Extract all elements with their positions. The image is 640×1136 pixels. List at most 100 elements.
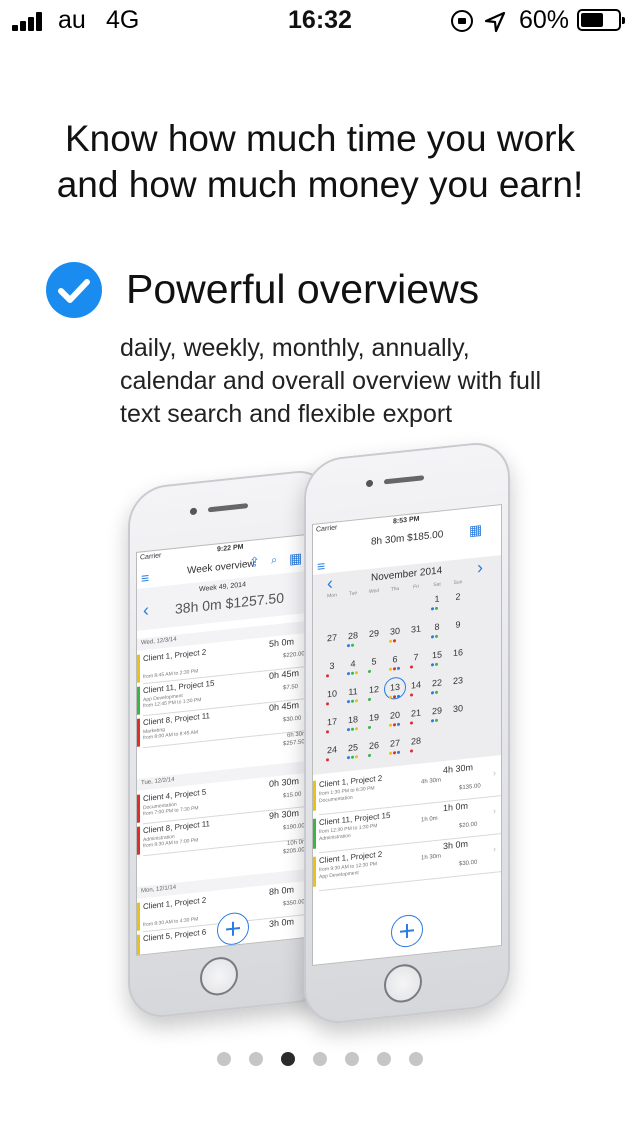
entry-duration: 0h 45m [269, 667, 300, 681]
calendar-day[interactable]: 9 [448, 619, 468, 631]
project-color-bar [313, 818, 316, 849]
project-color-bar [137, 902, 140, 931]
calendar-day[interactable]: 16 [448, 647, 468, 659]
weekday-label: Fri [413, 583, 419, 591]
calendar-day[interactable]: 4 [343, 658, 363, 670]
calendar-day[interactable]: 5 [364, 655, 384, 667]
event-dot [431, 719, 434, 723]
calendar-day[interactable]: 7 [406, 651, 426, 663]
event-dot [368, 753, 371, 758]
entry-duration: 4h 30m [443, 762, 474, 776]
calendar-day[interactable]: 8 [427, 621, 447, 633]
page-dot[interactable] [249, 1052, 263, 1066]
entry-duration: 0h 30m [269, 775, 300, 789]
event-dot [326, 730, 329, 734]
entry-duration: 5h 0m [269, 636, 295, 649]
event-dot [368, 725, 371, 730]
calendar-day[interactable]: 27 [385, 737, 405, 749]
entry-detail-time: 1h 0m [421, 815, 438, 824]
home-button [384, 962, 422, 1005]
calendar-day[interactable]: 11 [343, 686, 363, 698]
feature-description-line-1: daily, weekly, monthly, annually, [120, 334, 470, 362]
event-dot [347, 643, 350, 648]
calendar-day[interactable]: 29 [364, 627, 384, 639]
project-color-bar [137, 794, 140, 823]
calendar-day[interactable]: 25 [343, 742, 363, 754]
calendar-day[interactable]: 21 [406, 707, 426, 719]
next-month-chevron-icon[interactable]: › [477, 557, 483, 579]
calendar-day[interactable]: 28 [406, 735, 426, 747]
battery-icon [577, 9, 625, 31]
onboarding-screen: au 4G 16:32 60% Know how much time you w… [0, 0, 640, 1136]
calendar-day[interactable]: 10 [322, 688, 342, 700]
calendar-grid-icon[interactable]: ▦ [289, 549, 302, 567]
calendar-day[interactable]: 6 [385, 653, 405, 665]
event-dot [347, 755, 350, 760]
page-dot[interactable] [217, 1052, 231, 1066]
calendar-day[interactable]: 14 [406, 679, 426, 691]
calendar-day[interactable]: 19 [364, 711, 384, 723]
project-color-bar [313, 856, 316, 887]
calendar-grid-icon[interactable]: ▦ [469, 521, 482, 539]
feature-description: daily, weekly, monthly, annually, calend… [120, 332, 590, 431]
phone-right-carrier: Carrier [316, 524, 338, 534]
share-icon[interactable]: ⇪ [249, 554, 260, 571]
page-dot[interactable] [345, 1052, 359, 1066]
entry-detail-time: 4h 30m [421, 777, 442, 786]
home-button [200, 955, 238, 998]
calendar-day[interactable]: 30 [448, 703, 468, 715]
entry-client[interactable]: Client 1, Project 2 [143, 896, 206, 912]
menu-icon[interactable]: ≡ [141, 570, 149, 587]
orientation-lock-icon [451, 10, 473, 32]
calendar-day[interactable]: 22 [427, 677, 447, 689]
search-icon[interactable]: ⌕ [271, 554, 277, 568]
calendar-day[interactable]: 12 [364, 683, 384, 695]
page-dot[interactable] [377, 1052, 391, 1066]
event-dot [393, 723, 396, 727]
section-header [137, 758, 326, 791]
calendar-day[interactable]: 3 [322, 660, 342, 672]
phone-mockups: Carrier 9:22 PM ≡ Week overview ⇪ ⌕ ▦ ‹ … [118, 436, 552, 1036]
event-dot [355, 699, 358, 703]
calendar-day[interactable]: 26 [364, 739, 384, 751]
calendar-day[interactable]: 23 [448, 675, 468, 687]
entry-duration: 3h 0m [269, 916, 295, 929]
event-dot [389, 667, 392, 671]
entry-detail-time: 1h 30m [421, 853, 442, 862]
add-entry-button[interactable] [391, 913, 423, 949]
event-dot [368, 697, 371, 702]
calendar-day[interactable]: 1 [427, 593, 447, 605]
project-color-bar [137, 826, 140, 855]
calendar-day[interactable]: 24 [322, 744, 342, 756]
menu-icon[interactable]: ≡ [317, 558, 325, 575]
calendar-day[interactable]: 18 [343, 714, 363, 726]
calendar-day[interactable]: 27 [322, 632, 342, 644]
calendar-day[interactable]: 30 [385, 625, 405, 637]
add-entry-button[interactable] [217, 911, 249, 947]
calendar-day[interactable]: 31 [406, 623, 426, 635]
feature-description-line-3: text search and flexible export [120, 400, 453, 428]
headline-line-2: and how much money you earn! [56, 164, 584, 205]
calendar-day[interactable]: 2 [448, 591, 468, 603]
phone-left: Carrier 9:22 PM ≡ Week overview ⇪ ⌕ ▦ ‹ … [128, 467, 333, 1021]
entry-client[interactable]: Client 1, Project 2 [143, 648, 206, 664]
page-dot[interactable] [409, 1052, 423, 1066]
calendar-day[interactable]: 29 [427, 705, 447, 717]
project-color-bar [137, 718, 140, 747]
calendar-day[interactable]: 20 [385, 709, 405, 721]
weekday-label: Sun [453, 579, 463, 587]
calendar-day[interactable]: 17 [322, 716, 342, 728]
page-indicator[interactable] [0, 1050, 640, 1068]
page-dot[interactable] [281, 1052, 295, 1066]
entry-amount: $135.00 [459, 783, 481, 792]
calendar-day[interactable]: 15 [427, 649, 447, 661]
page-dot[interactable] [313, 1052, 327, 1066]
week-summary: 38h 0m $1257.50 [175, 589, 284, 617]
entry-duration: 0h 45m [269, 699, 300, 713]
prev-week-chevron-icon[interactable]: ‹ [143, 600, 149, 622]
calendar: ‹ November 2014 › Mon Tue Wed Thu Fri Sat Sun 1… [313, 554, 502, 775]
event-dot [431, 635, 434, 639]
calendar-day[interactable]: 28 [343, 630, 363, 642]
prev-month-chevron-icon[interactable]: ‹ [327, 573, 333, 595]
front-camera [190, 507, 197, 516]
